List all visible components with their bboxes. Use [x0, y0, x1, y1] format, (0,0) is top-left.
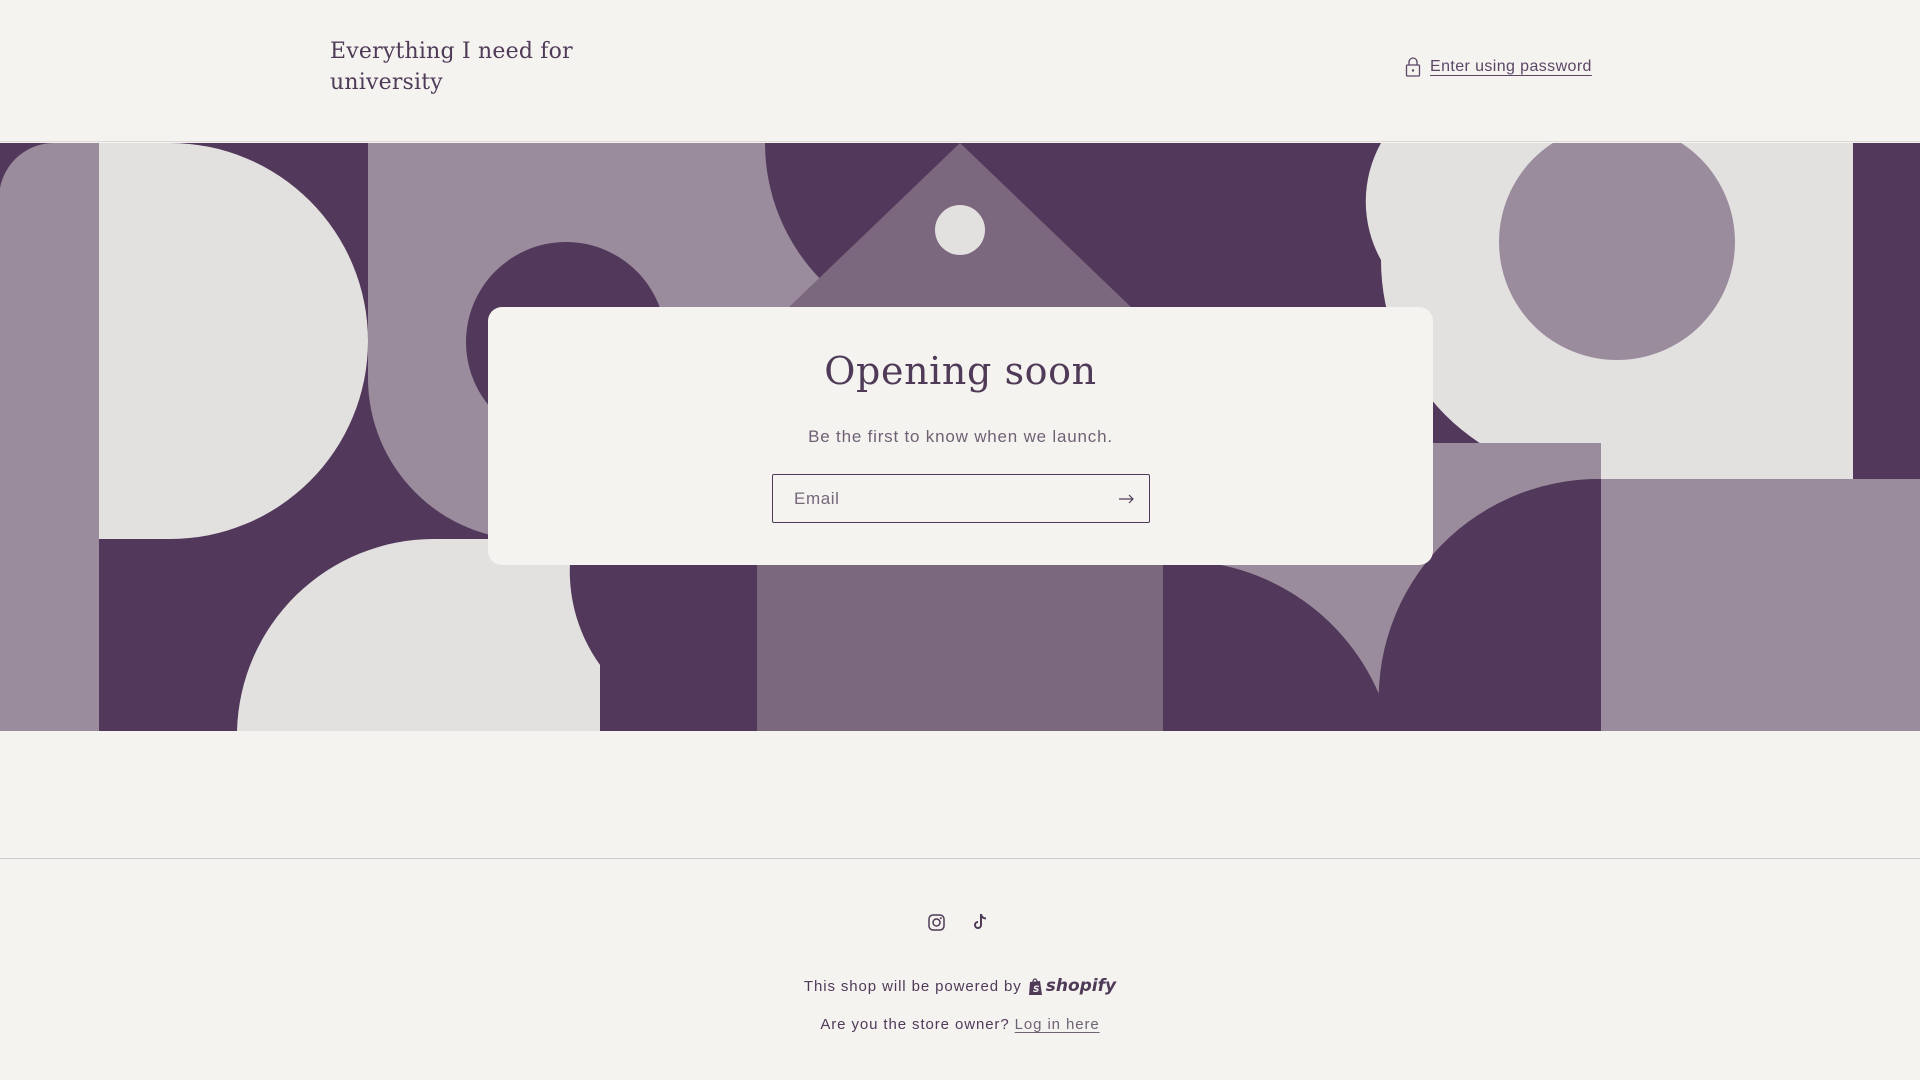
footer-divider — [0, 858, 1920, 859]
newsletter-card: Opening soon Be the first to know when w… — [488, 307, 1433, 565]
store-title[interactable]: Everything I need for university — [330, 36, 610, 98]
shopify-logo[interactable]: S shopify — [1028, 976, 1116, 996]
instagram-icon — [927, 913, 945, 931]
shopify-bag-icon: S — [1028, 977, 1042, 995]
site-header: Everything I need for university Enter u… — [0, 0, 1920, 142]
powered-by-text: This shop will be powered by — [803, 977, 1022, 995]
svg-text:S: S — [1033, 985, 1039, 995]
subscribe-button[interactable] — [1105, 475, 1149, 522]
arrow-right-icon — [1119, 494, 1134, 503]
lock-icon — [1405, 57, 1421, 77]
enter-password-link[interactable]: Enter using password — [1404, 55, 1592, 79]
email-input[interactable] — [773, 475, 1105, 522]
powered-by: This shop will be powered by S shopify — [0, 976, 1920, 996]
email-form — [772, 474, 1150, 523]
enter-password-label: Enter using password — [1430, 58, 1592, 75]
subtitle: Be the first to know when we launch. — [808, 427, 1113, 446]
tiktok-link[interactable] — [970, 912, 990, 932]
tiktok-icon — [974, 913, 987, 929]
store-owner-prompt: Are you the store owner? Log in here — [0, 1016, 1920, 1033]
login-link[interactable]: Log in here — [1015, 1016, 1100, 1033]
page-title: Opening soon — [824, 349, 1097, 393]
owner-question: Are you the store owner? — [820, 1016, 1010, 1033]
shopify-wordmark: shopify — [1045, 976, 1117, 996]
social-links — [926, 912, 990, 932]
password-page: Everything I need for university Enter u… — [0, 0, 1920, 1080]
instagram-link[interactable] — [926, 912, 946, 932]
